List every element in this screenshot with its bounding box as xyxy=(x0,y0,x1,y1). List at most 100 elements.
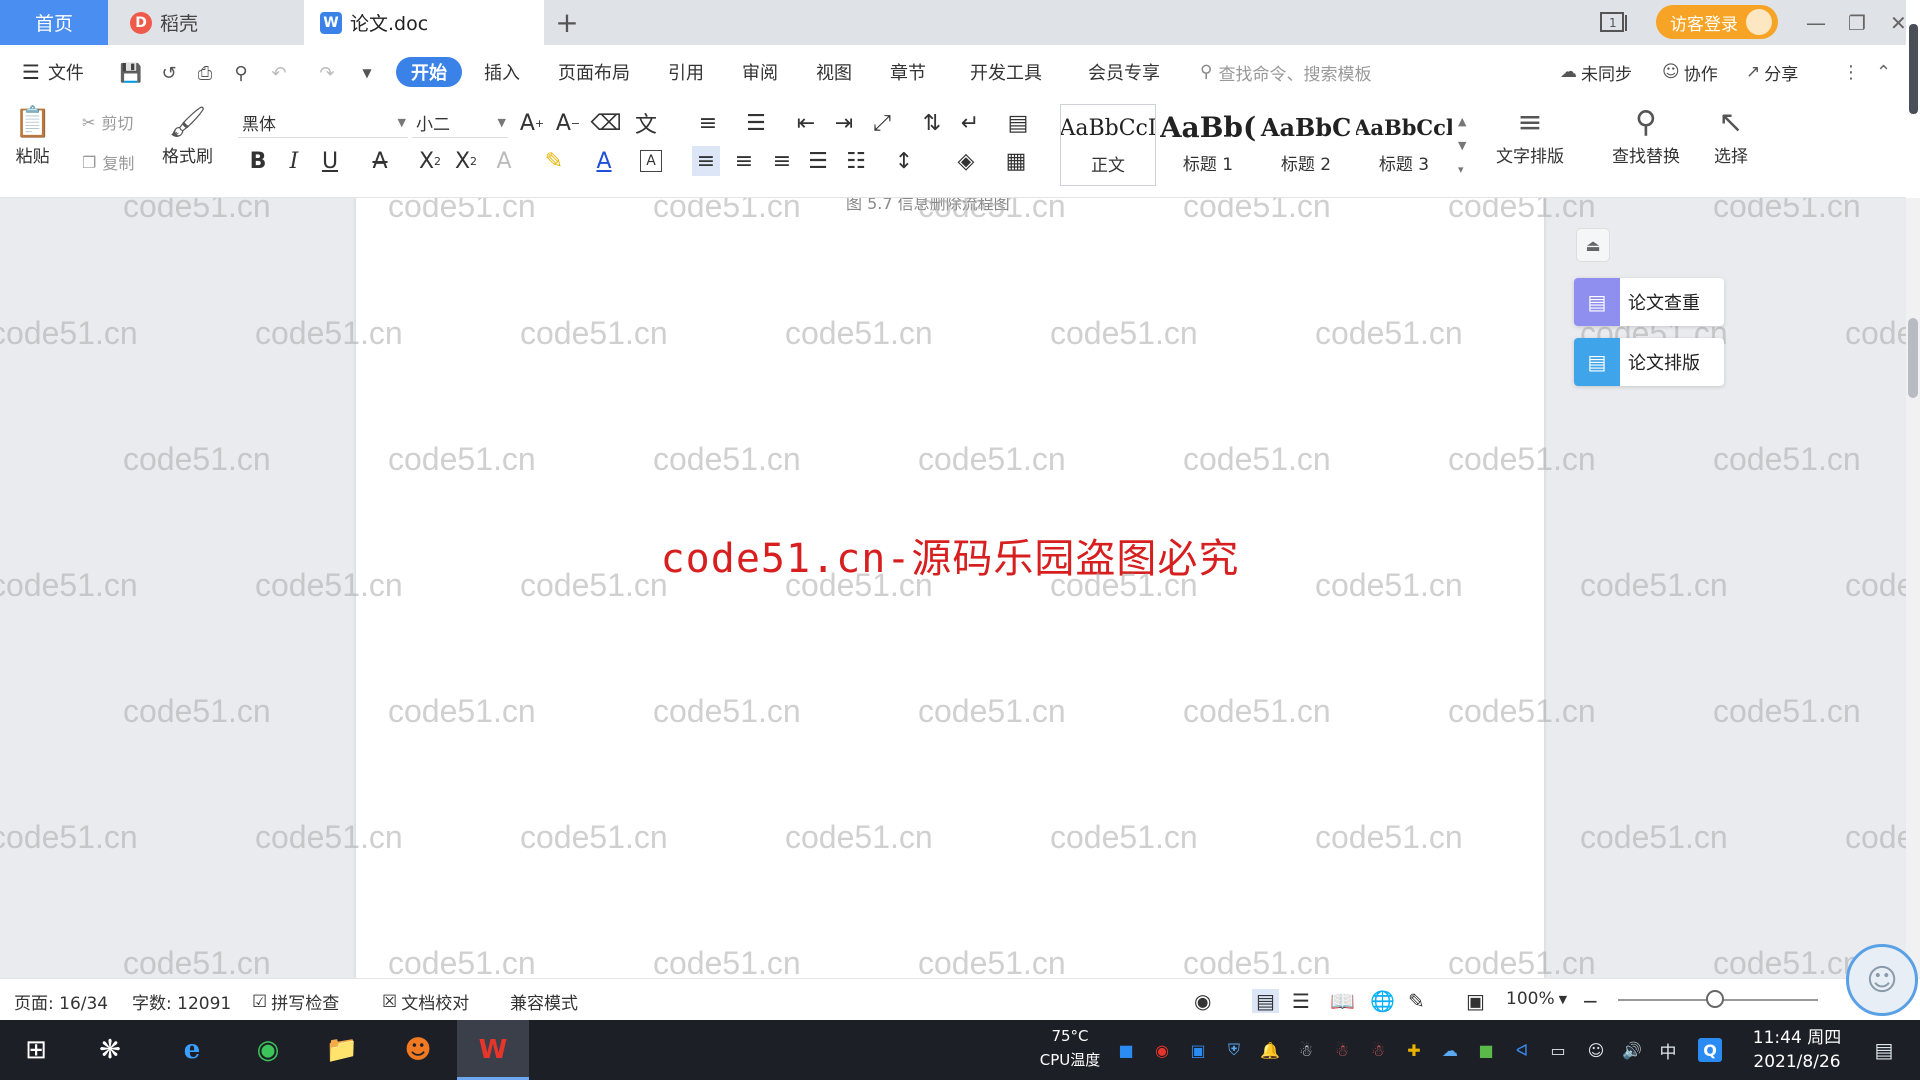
quick-access-more-icon[interactable]: ▼ xyxy=(356,62,378,84)
distributed-align-icon[interactable]: ☷ xyxy=(842,146,870,176)
decrease-indent-icon[interactable]: ⇤ xyxy=(792,108,820,138)
style-normal[interactable]: AaBbCcI 正文 xyxy=(1060,104,1156,186)
restore-icon[interactable]: ❐ xyxy=(1848,0,1866,45)
style-heading-3[interactable]: AaBbCcl 标题 3 xyxy=(1356,104,1452,186)
copy-button[interactable]: ❐ 复制 xyxy=(82,150,134,174)
word-count[interactable]: 字数: 12091 xyxy=(132,989,231,1014)
tray-wifi-icon[interactable]: ☺ xyxy=(1584,1038,1608,1062)
system-clock[interactable]: 11:44 周四 2021/8/26 xyxy=(1742,1026,1852,1074)
select-button[interactable]: ↖ 选择 xyxy=(1714,104,1748,167)
find-replace-button[interactable]: ⚲ 查找替换 xyxy=(1612,104,1680,167)
italic-icon[interactable]: I xyxy=(280,146,308,176)
chinese-layout-icon[interactable]: ⤢ xyxy=(868,108,896,138)
tray-ime-icon[interactable]: 中 xyxy=(1656,1038,1680,1063)
tab-developer[interactable]: 开发工具 xyxy=(970,57,1042,87)
collapse-ribbon-icon[interactable]: ⌃ xyxy=(1876,57,1891,87)
game-app-icon[interactable]: ☻ xyxy=(396,1028,440,1072)
tray-antivirus-icon[interactable]: ◉ xyxy=(1150,1038,1174,1062)
subscript-icon[interactable]: X2 xyxy=(452,146,480,176)
tab-chapter[interactable]: 章节 xyxy=(890,57,926,87)
format-painter-button[interactable]: 🖌 格式刷 xyxy=(162,104,213,167)
tray-volume-icon[interactable]: 🔊 xyxy=(1620,1038,1644,1062)
style-heading-2[interactable]: AaBbC 标题 2 xyxy=(1258,104,1354,186)
doc-proof-button[interactable]: ☒ 文档校对 xyxy=(382,989,469,1015)
tab-view[interactable]: 视图 xyxy=(816,57,852,87)
align-right-icon[interactable]: ≡ xyxy=(768,146,796,176)
page-view-icon[interactable]: ▤ xyxy=(1252,989,1279,1013)
font-name-select[interactable]: 黑体 ▼ xyxy=(238,108,408,138)
document-page[interactable]: 图 5.7 信息删除流程图 code51.cn-源码乐园盗图必究 xyxy=(356,198,1544,978)
tray-qq-icon[interactable]: ☃ xyxy=(1294,1038,1318,1062)
ie-browser-icon[interactable]: e xyxy=(170,1028,214,1072)
shading-icon[interactable]: ◈ xyxy=(952,146,980,176)
tray-cloud-icon[interactable]: ☁ xyxy=(1438,1038,1462,1062)
strikethrough-icon[interactable]: A xyxy=(366,146,394,176)
window-switch-icon[interactable]: 1 xyxy=(1600,0,1630,45)
tray-search-app-icon[interactable]: Q xyxy=(1698,1038,1722,1062)
highlight-icon[interactable]: ✎ xyxy=(540,146,568,176)
bold-icon[interactable]: B xyxy=(244,146,272,176)
zoom-level[interactable]: 100% ▼ xyxy=(1506,989,1567,1009)
tab-start[interactable]: 开始 xyxy=(396,57,462,87)
tab-references[interactable]: 引用 xyxy=(668,57,704,87)
clear-format-icon[interactable]: ⌫ xyxy=(590,108,621,138)
tray-qq-2-icon[interactable]: ☃ xyxy=(1330,1038,1354,1062)
tray-nvidia-icon[interactable]: ■ xyxy=(1474,1038,1498,1062)
tray-network-tool-icon[interactable]: ▣ xyxy=(1186,1038,1210,1062)
print-preview-icon[interactable]: ⚲ xyxy=(230,62,252,84)
tray-bluetooth-icon[interactable]: ᐊ xyxy=(1510,1038,1534,1062)
numbered-list-icon[interactable]: ☰ xyxy=(742,108,770,138)
increase-indent-icon[interactable]: ⇥ xyxy=(830,108,858,138)
write-mode-icon[interactable]: ✎ xyxy=(1408,989,1425,1013)
save-icon[interactable]: 💾 xyxy=(120,62,142,84)
paste-button[interactable]: 📋 粘贴 xyxy=(14,104,51,167)
wps-writer-icon[interactable]: W xyxy=(471,1028,515,1072)
minimize-icon[interactable]: — xyxy=(1806,0,1826,45)
sync-status[interactable]: ☁ 未同步 xyxy=(1560,57,1632,87)
tray-qq-3-icon[interactable]: ☃ xyxy=(1366,1038,1390,1062)
style-gallery-scroll-icon[interactable]: ▲ ▼ ▾ xyxy=(1458,110,1466,182)
text-effect-icon[interactable]: A xyxy=(490,146,518,176)
collab-button[interactable]: ☺ 协作 xyxy=(1662,57,1718,87)
file-explorer-icon[interactable]: 📁 xyxy=(320,1028,364,1072)
side-panel-collapse-icon[interactable]: ⏏ xyxy=(1576,228,1610,262)
show-marks-icon[interactable]: ↵ xyxy=(956,108,984,138)
style-heading-1[interactable]: AaBb( 标题 1 xyxy=(1160,104,1256,186)
cut-button[interactable]: ✂ 剪切 xyxy=(82,110,133,134)
windows-start-icon[interactable]: ⊞ xyxy=(14,1028,58,1072)
outline-view-icon[interactable]: ☰ xyxy=(1292,989,1310,1013)
font-size-select[interactable]: 小二 ▼ xyxy=(412,108,508,138)
guest-login-button[interactable]: 访客登录 xyxy=(1656,5,1778,39)
tray-bell-icon[interactable]: 🔔 xyxy=(1258,1038,1282,1062)
notification-center-icon[interactable]: ▤ xyxy=(1872,1038,1896,1062)
vertical-scrollbar[interactable] xyxy=(1906,198,1920,978)
text-layout-button[interactable]: ≡ 文字排版 xyxy=(1496,104,1564,167)
pinyin-guide-icon[interactable]: 文 xyxy=(632,108,660,138)
read-view-icon[interactable]: 📖 xyxy=(1330,989,1355,1013)
web-view-icon[interactable]: 🌐 xyxy=(1370,989,1395,1013)
bullet-list-icon[interactable]: ≡ xyxy=(694,108,722,138)
scrollbar-thumb[interactable] xyxy=(1908,318,1918,398)
file-menu[interactable]: ☰ 文件 xyxy=(22,57,84,87)
align-left-icon[interactable]: ≡ xyxy=(692,146,720,176)
line-spacing-icon[interactable]: ↕ xyxy=(890,146,918,176)
zoom-out-icon[interactable]: − xyxy=(1582,989,1599,1013)
align-center-icon[interactable]: ≡ xyxy=(730,146,758,176)
grow-font-icon[interactable]: A + xyxy=(518,108,546,138)
ruler-icon[interactable]: ▤ xyxy=(1004,108,1032,138)
tab-insert[interactable]: 插入 xyxy=(484,57,520,87)
more-options-icon[interactable]: ⋮ xyxy=(1842,57,1860,87)
tab-member[interactable]: 会员专享 xyxy=(1088,57,1160,87)
assistant-robot-icon[interactable]: ☺ xyxy=(1846,944,1918,1016)
eye-protect-icon[interactable]: ◉ xyxy=(1194,989,1211,1013)
font-color-icon[interactable]: A xyxy=(590,146,618,176)
underline-icon[interactable]: U xyxy=(316,146,344,176)
tray-shield-icon[interactable]: ⛨ xyxy=(1222,1038,1246,1062)
char-border-icon[interactable]: A xyxy=(640,150,662,172)
tray-app-icon[interactable]: ■ xyxy=(1114,1038,1138,1062)
tab-home[interactable]: 首页 xyxy=(0,0,108,45)
undo-icon[interactable]: ↶ xyxy=(268,62,290,84)
sort-icon[interactable]: ⇅ xyxy=(918,108,946,138)
tab-document[interactable]: W 论文.doc xyxy=(304,0,544,45)
360-browser-icon[interactable]: ◉ xyxy=(246,1028,290,1072)
